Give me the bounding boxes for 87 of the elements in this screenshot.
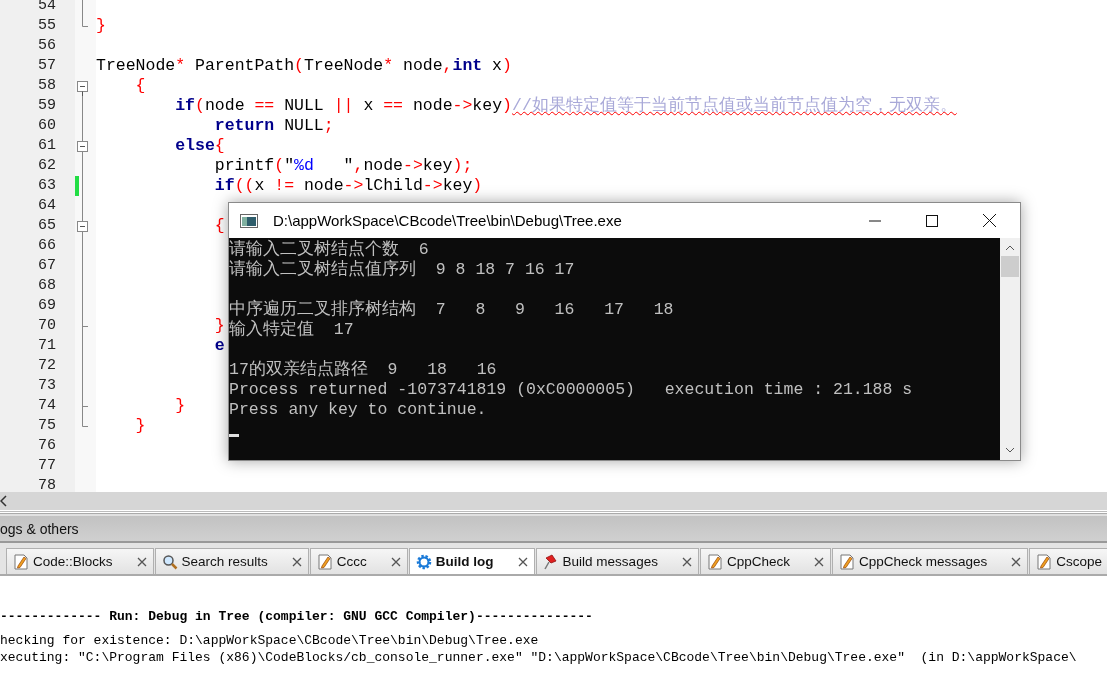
line-number: 57 [37,56,57,76]
close-icon[interactable] [136,556,147,567]
console-output-line: 请输入二叉树结点个数 6 [229,240,429,259]
line-number: 74 [37,396,57,416]
code-line: } [213,316,225,335]
line-number: 66 [37,236,57,256]
panel-tab[interactable]: Search results [154,548,309,574]
collapse-icon[interactable] [77,216,88,236]
code-line: } [174,396,186,415]
pencil-icon [838,553,855,570]
text-cursor [229,434,239,437]
close-icon[interactable] [983,214,996,227]
line-number: 55 [37,16,57,36]
line-number: 67 [37,256,57,276]
fold-end-icon [82,316,88,336]
panel-title: ogs & others [0,520,79,537]
maximize-icon[interactable] [926,214,938,227]
console-output-line: 17的双亲结点路径 9 18 16 [229,360,497,380]
panel-tab[interactable]: Code::Blocks [6,548,154,574]
code-line: if((x != node->lChild->key) [213,176,483,195]
close-icon[interactable] [291,556,302,567]
close-icon[interactable] [390,556,401,567]
panel-tab[interactable]: Cscope [1029,548,1107,574]
code-line: else{ [174,136,225,155]
panel-tab[interactable]: Build messages [535,548,699,574]
line-number: 76 [37,436,57,456]
pin-icon [542,553,559,570]
console-app-icon [240,213,258,228]
console-output-line: 中序遍历二叉排序树结构 7 8 9 16 17 18 [229,300,674,319]
pencil-icon [1036,553,1053,570]
line-number: 58 [37,76,57,96]
fold-line [82,0,83,16]
scrollbar[interactable] [1000,238,1020,460]
close-icon[interactable] [517,556,528,567]
line-number: 62 [37,156,57,176]
console-output-line: 请输入二叉树结点值序列 9 8 18 7 16 17 [229,260,575,280]
code-line: return NULL; [213,116,334,135]
fold-end-icon [82,16,88,27]
line-number: 70 [37,316,57,336]
line-number: 68 [37,276,57,296]
close-icon[interactable] [813,556,824,567]
code-line: } [96,16,106,35]
panel-tab[interactable]: CppCheck messages [831,548,1029,574]
line-number: 59 [37,96,57,116]
line-number: 63 [37,176,57,196]
console-output-line: Press any key to continue. [229,400,487,420]
line-number: 77 [37,456,57,476]
scroll-thumb[interactable] [1001,256,1019,277]
collapse-icon[interactable] [77,136,88,156]
code-line: printf("%d ",node->key); [213,156,473,175]
line-number: 56 [37,36,57,56]
code-line: } [134,416,146,435]
line-number: 75 [37,416,57,436]
panel-tab[interactable]: CppCheck [699,548,831,574]
collapse-icon[interactable] [77,81,88,96]
line-number: 64 [37,196,57,216]
code-line: if(node == NULL || x == node->key)//如果特定值等于当前节点值或当前节点值为空，无双亲。 [174,96,957,115]
line-number: 61 [37,136,57,156]
line-number: 60 [37,116,57,136]
scroll-down-icon[interactable] [1005,447,1015,453]
panel-tab[interactable]: Cccc [309,548,408,574]
scroll-up-icon[interactable] [1005,245,1015,251]
gear-icon [415,553,432,570]
line-number: 69 [37,296,57,316]
line-number: 65 [37,216,57,236]
log-line: ------------- Run: Debug in Tree (compiler: GNU GCC Compiler)--------------- [0,608,593,625]
code-line: e [213,336,225,355]
pencil-icon [13,553,29,570]
close-icon[interactable] [1011,556,1022,567]
line-number: 71 [37,336,57,356]
pencil-icon [316,553,333,570]
window-title: D:\appWorkSpace\CBcode\Tree\bin\Debug\Tree.exe [273,212,622,229]
panel-tab[interactable]: Build log [408,548,535,574]
scroll-left-icon[interactable] [0,495,8,507]
console-output-line: 输入特定值 17 [229,320,354,340]
line-number: 72 [37,356,57,376]
console-output-line: Process returned -1073741819 (0xC0000005) execution time : 21.188 s [229,380,913,400]
log-line: hecking for existence: D:\appWorkSpace\CBcode\Tree\bin\Debug\Tree.exe [0,632,539,649]
pencil-icon [706,553,723,570]
close-icon[interactable] [681,556,692,567]
line-number: 73 [37,376,57,396]
line-number: 78 [37,476,57,492]
code-line: { [213,216,225,235]
search-icon [161,553,178,570]
code-line: { [134,76,146,95]
code-line: TreeNode* ParentPath(TreeNode* node,int x) [96,56,512,75]
log-line: xecuting: "C:\Program Files (x86)\CodeBlocks/cb_console_runner.exe" "D:\appWorkSpace\CBcode\Tree\bin\Debug\Tree.exe" (in D:\appWorkSpace\ [0,649,1077,666]
